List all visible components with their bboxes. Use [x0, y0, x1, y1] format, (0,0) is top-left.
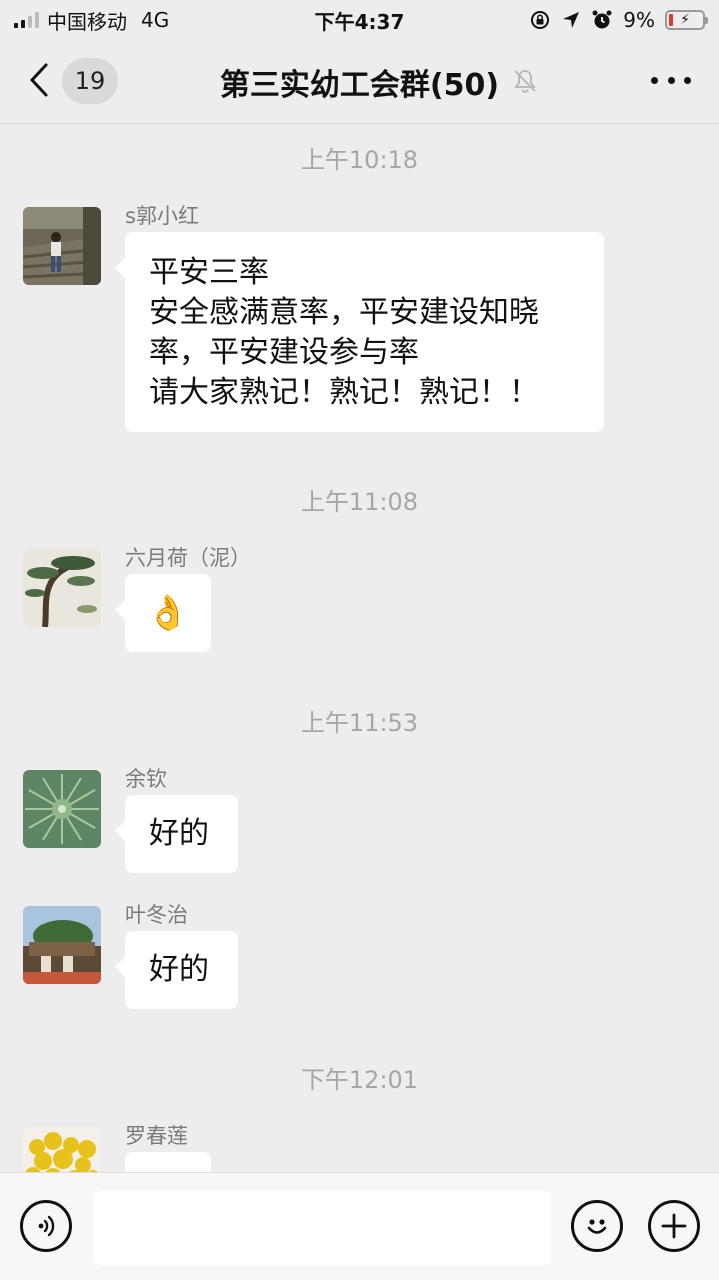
chevron-left-icon [30, 63, 48, 97]
bell-off-icon [514, 70, 536, 93]
message-bubble[interactable]: 👌 [115, 574, 211, 652]
avatar[interactable] [23, 770, 101, 848]
voice-icon [38, 1215, 55, 1237]
more-button[interactable] [651, 70, 691, 90]
orientation-lock-icon [531, 11, 550, 29]
message-bubble[interactable]: 好的 [115, 931, 238, 1009]
sender-name: 余钦 [125, 767, 167, 791]
alarm-icon [592, 10, 612, 29]
back-button[interactable] [26, 62, 52, 98]
message-text: 好的 [149, 816, 209, 851]
battery-percent: 9% [623, 8, 655, 32]
location-icon [563, 12, 580, 28]
add-button[interactable] [648, 1200, 700, 1252]
network-label: 4G [141, 8, 170, 32]
timestamp: 上午10:18 [300, 146, 419, 174]
sender-name: 叶冬治 [125, 903, 188, 927]
unread-count-badge[interactable]: 19 [62, 58, 118, 104]
message-line: 率，平安建设参与率 [149, 335, 419, 370]
message-line: 平安三率 [149, 255, 269, 290]
status-right: 9% ⚡ [529, 8, 708, 32]
nav-bar: 19 第三实幼工会群(50) [0, 40, 719, 124]
carrier-label: 中国移动 [47, 9, 127, 34]
avatar[interactable] [23, 906, 101, 984]
voice-button[interactable] [20, 1200, 72, 1252]
timestamp: 下午12:01 [300, 1066, 419, 1094]
signal-icon [14, 12, 39, 28]
avatar[interactable] [23, 549, 101, 627]
status-left: 中国移动 4G [14, 6, 169, 35]
message-line: 安全感满意率，平安建设知晓 [149, 295, 539, 330]
plus-icon [661, 1213, 687, 1239]
sender-name: 六月荷（泥） [125, 546, 251, 570]
message-text: 好的 [149, 952, 209, 987]
ok-hand-emoji: 👌 [146, 593, 190, 633]
timestamp: 上午11:53 [300, 709, 419, 737]
chat-title[interactable]: 第三实幼工会群(50) [170, 60, 549, 104]
message-line: 请大家熟记！熟记！熟记！！ [149, 375, 539, 410]
sender-name: 罗春莲 [125, 1124, 188, 1148]
timestamp: 上午11:08 [300, 488, 419, 516]
status-bar: 中国移动 4G 下午4:37 9% ⚡ [0, 0, 719, 40]
battery-icon: ⚡ [665, 10, 708, 30]
sender-name: s郭小红 [125, 204, 199, 228]
emoji-icon [587, 1219, 607, 1234]
emoji-button[interactable] [571, 1200, 623, 1252]
avatar[interactable] [23, 207, 101, 285]
message-bubble[interactable]: 平安三率 安全感满意率，平安建设知晓 率，平安建设参与率 请大家熟记！熟记！熟记… [115, 232, 604, 432]
input-bar [0, 1172, 719, 1280]
message-input[interactable] [93, 1191, 551, 1265]
message-bubble[interactable]: 好的 [115, 795, 238, 873]
